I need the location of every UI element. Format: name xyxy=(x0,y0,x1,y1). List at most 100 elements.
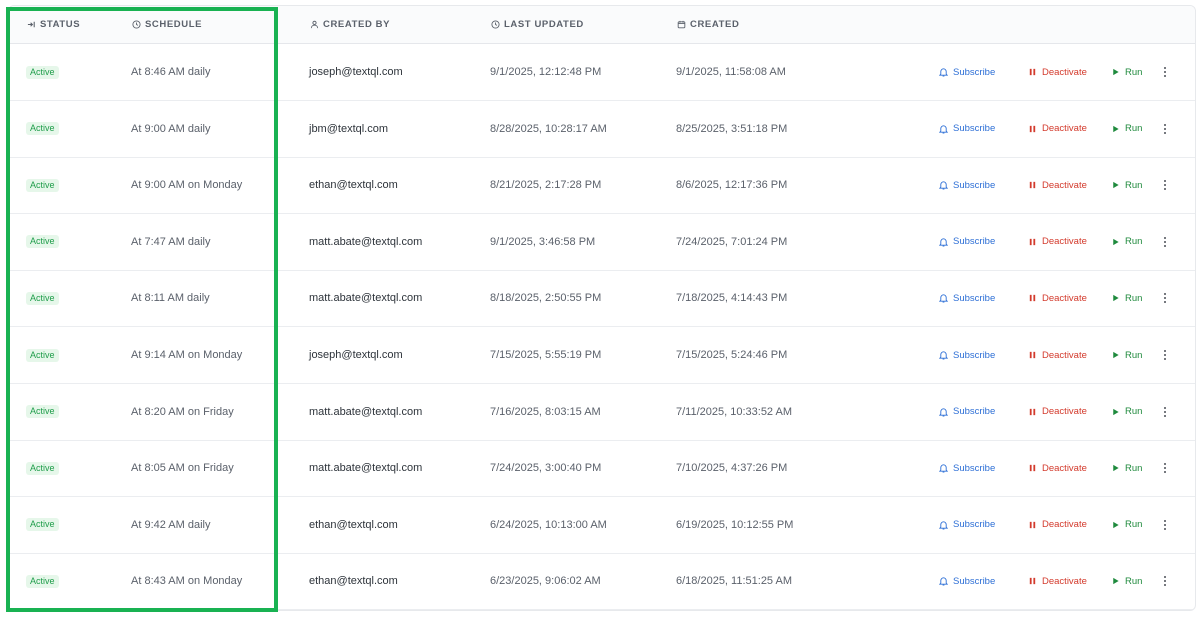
pause-icon xyxy=(1029,465,1036,472)
run-button[interactable]: Run xyxy=(1111,293,1142,304)
column-header-label: SCHEDULE xyxy=(145,19,203,30)
scheduled-jobs-table: STATUS SCHEDULE CREATED BY LAST UPDATED … xyxy=(8,5,1196,611)
deactivate-button[interactable]: Deactivate xyxy=(1028,180,1087,191)
status-badge: Active xyxy=(26,405,59,419)
deactivate-button[interactable]: Deactivate xyxy=(1028,350,1087,361)
column-header-label: CREATED BY xyxy=(323,19,391,30)
run-button[interactable]: Run xyxy=(1111,406,1142,417)
subscribe-label: Subscribe xyxy=(953,66,996,78)
deactivate-button[interactable]: Deactivate xyxy=(1028,406,1087,417)
more-vertical-icon[interactable] xyxy=(1159,178,1171,192)
subscribe-button[interactable]: Subscribe xyxy=(939,519,995,530)
clock-icon xyxy=(490,20,500,30)
column-header-status[interactable]: STATUS xyxy=(26,6,80,43)
created-by-cell: joseph@textql.com xyxy=(309,66,403,78)
play-icon xyxy=(1113,182,1119,189)
table-row: Active At 7:47 AM daily matt.abate@textq… xyxy=(9,214,1195,271)
schedule-cell: At 9:00 AM daily xyxy=(131,122,211,135)
bell-icon xyxy=(939,181,948,190)
play-icon xyxy=(1113,351,1119,359)
subscribe-label: Subscribe xyxy=(953,462,996,474)
subscribe-button[interactable]: Subscribe xyxy=(939,576,995,587)
more-vertical-icon[interactable] xyxy=(1159,461,1171,475)
column-header-last-updated[interactable]: LAST UPDATED xyxy=(490,6,584,43)
run-button[interactable]: Run xyxy=(1111,463,1142,474)
bell-icon xyxy=(939,351,948,360)
subscribe-button[interactable]: Subscribe xyxy=(939,406,995,417)
subscribe-label: Subscribe xyxy=(953,575,996,587)
column-header-schedule[interactable]: SCHEDULE xyxy=(131,6,202,43)
run-button[interactable]: Run xyxy=(1111,350,1142,361)
more-vertical-icon[interactable] xyxy=(1159,574,1171,588)
subscribe-button[interactable]: Subscribe xyxy=(939,236,995,247)
more-vertical-icon[interactable] xyxy=(1159,348,1171,362)
deactivate-label: Deactivate xyxy=(1042,349,1087,361)
more-vertical-icon[interactable] xyxy=(1159,291,1171,305)
created-cell: 7/10/2025, 4:37:26 PM xyxy=(676,462,788,475)
created-cell: 7/18/2025, 4:14:43 PM xyxy=(676,292,788,305)
play-icon xyxy=(1113,465,1119,472)
deactivate-button[interactable]: Deactivate xyxy=(1028,463,1087,474)
run-label: Run xyxy=(1125,179,1143,191)
subscribe-button[interactable]: Subscribe xyxy=(939,123,995,134)
created-cell: 6/19/2025, 10:12:55 PM xyxy=(676,518,794,531)
table-row: Active At 8:11 AM daily matt.abate@textq… xyxy=(9,270,1195,328)
deactivate-button[interactable]: Deactivate xyxy=(1028,576,1087,587)
last-updated-cell: 7/15/2025, 5:55:19 PM xyxy=(490,349,602,361)
deactivate-label: Deactivate xyxy=(1042,236,1087,248)
run-button[interactable]: Run xyxy=(1111,236,1142,247)
more-vertical-icon[interactable] xyxy=(1159,235,1171,249)
created-by-cell: matt.abate@textql.com xyxy=(309,235,423,248)
more-vertical-icon[interactable] xyxy=(1159,405,1171,419)
deactivate-button[interactable]: Deactivate xyxy=(1028,236,1087,247)
column-header-created-by[interactable]: CREATED BY xyxy=(309,6,390,43)
subscribe-button[interactable]: Subscribe xyxy=(939,180,995,191)
bell-icon xyxy=(939,238,948,247)
pause-icon xyxy=(1029,351,1036,359)
last-updated-cell: 8/21/2025, 2:17:28 PM xyxy=(490,179,602,192)
status-badge: Active xyxy=(26,574,59,588)
subscribe-button[interactable]: Subscribe xyxy=(939,293,995,304)
subscribe-button[interactable]: Subscribe xyxy=(939,350,995,361)
run-button[interactable]: Run xyxy=(1111,67,1142,78)
more-vertical-icon[interactable] xyxy=(1159,122,1171,136)
column-header-created[interactable]: CREATED xyxy=(676,6,739,43)
deactivate-label: Deactivate xyxy=(1042,66,1087,78)
last-updated-cell: 6/23/2025, 9:06:02 AM xyxy=(490,575,601,588)
subscribe-button[interactable]: Subscribe xyxy=(939,463,995,474)
run-button[interactable]: Run xyxy=(1111,180,1142,191)
status-badge: Active xyxy=(26,518,59,532)
status-badge: Active xyxy=(26,65,59,79)
last-updated-cell: 6/24/2025, 10:13:00 AM xyxy=(490,518,607,531)
subscribe-label: Subscribe xyxy=(953,123,996,135)
schedule-cell: At 7:47 AM daily xyxy=(131,235,211,248)
deactivate-button[interactable]: Deactivate xyxy=(1028,519,1087,530)
schedule-cell: At 8:11 AM daily xyxy=(131,292,210,305)
deactivate-button[interactable]: Deactivate xyxy=(1028,123,1087,134)
last-updated-cell: 8/28/2025, 10:28:17 AM xyxy=(490,122,607,135)
bell-icon xyxy=(939,125,948,134)
status-badge: Active xyxy=(26,291,59,305)
created-cell: 9/1/2025, 11:58:08 AM xyxy=(676,66,786,78)
play-icon xyxy=(1113,521,1119,528)
run-button[interactable]: Run xyxy=(1111,123,1142,134)
subscribe-button[interactable]: Subscribe xyxy=(939,67,995,78)
schedule-cell: At 8:20 AM on Friday xyxy=(131,405,234,418)
deactivate-button[interactable]: Deactivate xyxy=(1028,293,1087,304)
created-by-cell: ethan@textql.com xyxy=(309,575,398,588)
deactivate-button[interactable]: Deactivate xyxy=(1028,67,1087,78)
more-vertical-icon[interactable] xyxy=(1159,65,1171,79)
created-by-cell: matt.abate@textql.com xyxy=(309,292,423,305)
run-label: Run xyxy=(1125,123,1143,135)
subscribe-label: Subscribe xyxy=(953,236,996,248)
run-button[interactable]: Run xyxy=(1111,576,1142,587)
run-button[interactable]: Run xyxy=(1111,519,1142,530)
status-badge: Active xyxy=(26,461,59,475)
pause-icon xyxy=(1029,578,1036,585)
bell-icon xyxy=(939,521,948,530)
more-vertical-icon[interactable] xyxy=(1159,518,1171,532)
created-by-cell: joseph@textql.com xyxy=(309,349,403,361)
play-icon xyxy=(1113,578,1119,585)
created-cell: 7/15/2025, 5:24:46 PM xyxy=(676,349,788,361)
deactivate-label: Deactivate xyxy=(1042,519,1087,531)
